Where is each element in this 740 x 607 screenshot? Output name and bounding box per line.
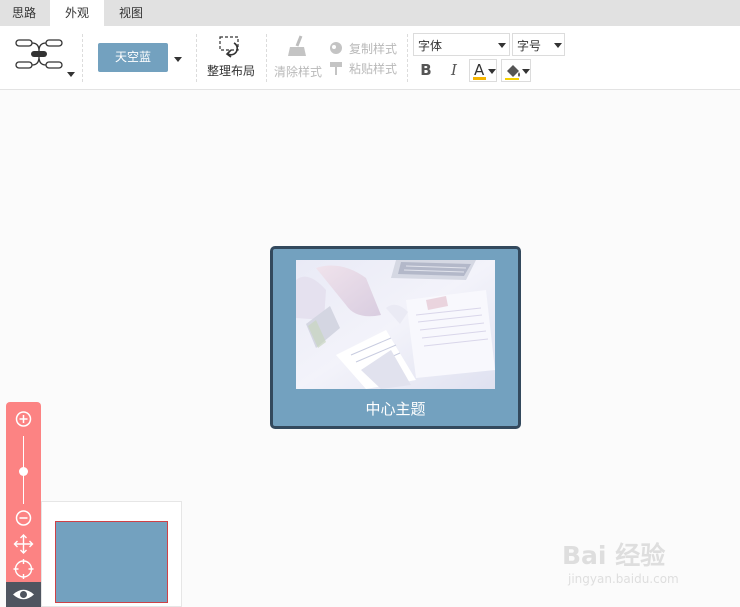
toggle-navigator-button[interactable] [6, 582, 41, 607]
tab-view[interactable]: 视图 [104, 0, 158, 26]
toolbar-divider [407, 34, 408, 82]
background-color-button[interactable] [501, 59, 531, 82]
font-size-value: 字号 [517, 39, 542, 53]
zoom-out-button[interactable] [6, 506, 41, 530]
chevron-down-icon [488, 69, 496, 74]
paste-style-button[interactable]: 粘贴样式 [328, 59, 404, 77]
locate-icon [13, 559, 34, 579]
italic-button[interactable]: I [442, 59, 466, 82]
locate-root-button[interactable] [6, 557, 41, 581]
chevron-down-icon [522, 69, 530, 74]
bold-button[interactable]: B [414, 59, 438, 82]
move-icon [13, 534, 34, 554]
move-canvas-button[interactable] [6, 532, 41, 556]
clear-style-button[interactable]: 清除样式 [272, 34, 324, 80]
zoom-control-panel [6, 402, 41, 607]
toolbar-divider [266, 34, 267, 82]
arrange-layout-button[interactable]: 整理布局 [204, 34, 258, 80]
watermark-logo: Bai 经验 jingyan.baidu.com [562, 528, 722, 588]
copy-style-label: 复制样式 [349, 42, 398, 56]
paint-drop-icon [330, 42, 342, 54]
paste-style-label: 粘贴样式 [349, 62, 398, 76]
font-size-select[interactable]: 字号 [512, 33, 565, 56]
paint-bucket-icon [505, 65, 520, 80]
font-color-swatch [473, 77, 486, 80]
topic-image [296, 260, 495, 389]
chevron-down-icon [498, 43, 506, 48]
font-color-button[interactable]: A [469, 59, 497, 82]
toolbar-divider [196, 34, 197, 82]
chevron-down-icon [554, 43, 562, 48]
central-topic-node[interactable]: 中心主题 [270, 246, 521, 429]
toolbar-divider [82, 34, 83, 82]
font-family-value: 字体 [418, 39, 443, 53]
eye-icon [13, 589, 34, 600]
font-family-select[interactable]: 字体 [413, 33, 510, 56]
watermark-sub-text: jingyan.baidu.com [568, 572, 679, 586]
zoom-out-icon [15, 510, 32, 526]
arrange-layout-label: 整理布局 [206, 64, 255, 78]
zoom-in-button[interactable] [6, 407, 41, 431]
chevron-down-icon [67, 72, 75, 77]
paint-roller-icon [330, 62, 342, 75]
navigator-minimap[interactable] [41, 501, 182, 607]
navigator-viewport[interactable] [55, 521, 168, 603]
clear-style-label: 清除样式 [273, 65, 322, 79]
broom-icon [288, 35, 306, 56]
watermark-main-text: Bai 经验 [562, 541, 666, 570]
zoom-in-icon [15, 411, 32, 427]
zoom-slider-handle[interactable] [19, 467, 28, 476]
copy-style-button[interactable]: 复制样式 [328, 39, 404, 57]
tab-appearance[interactable]: 外观 [50, 0, 104, 26]
menu-tab-bar: 思路 外观 视图 [0, 0, 740, 26]
structure-button[interactable] [10, 34, 76, 82]
tab-ideas[interactable]: 思路 [0, 0, 48, 26]
theme-dropdown-chevron-icon[interactable] [174, 57, 182, 62]
appearance-toolbar: 天空蓝 整理布局 清除样式 复制样式 粘贴样式 字体 字号 B I A [0, 26, 740, 90]
theme-button[interactable]: 天空蓝 [98, 43, 168, 72]
arrange-layout-icon [219, 36, 239, 58]
central-topic-title: 中心主题 [365, 400, 426, 418]
